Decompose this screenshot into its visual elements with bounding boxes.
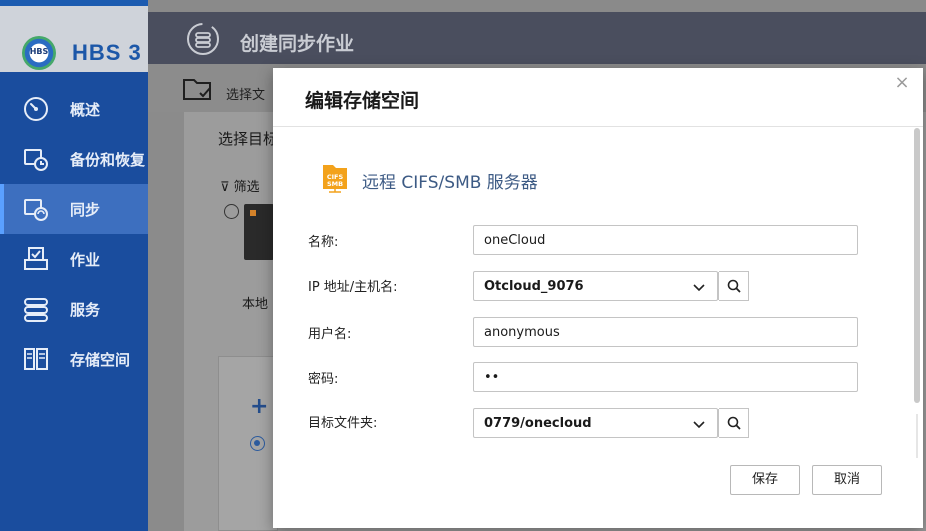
name-label: 名称: bbox=[308, 235, 339, 250]
search-icon bbox=[727, 279, 741, 293]
sidebar-item-label: 服务 bbox=[70, 301, 101, 319]
select-target-label: 选择目标 bbox=[218, 130, 279, 148]
close-icon[interactable]: × bbox=[893, 74, 911, 92]
filter-button[interactable]: ⊽ 筛选 bbox=[220, 176, 260, 195]
sidebar-item-services[interactable]: 服务 bbox=[0, 284, 148, 334]
cifs-smb-server-icon: CIFS SMB bbox=[323, 165, 347, 193]
sidebar-item-backup-restore[interactable]: 备份和恢复 bbox=[0, 134, 148, 184]
dialog-divider bbox=[273, 126, 923, 127]
username-label: 用户名: bbox=[308, 327, 352, 342]
sidebar-item-storage-space[interactable]: 存储空间 bbox=[0, 334, 148, 384]
target-folder-select[interactable]: 0779/onecloud bbox=[473, 408, 749, 438]
wizard-step-label: 选择文 bbox=[226, 88, 266, 103]
wizard-body-edge bbox=[148, 112, 184, 531]
sidebar-item-sync[interactable]: 同步 bbox=[0, 184, 148, 234]
hbs-logo-icon: HBS bbox=[22, 36, 56, 70]
chevron-down-icon[interactable] bbox=[692, 280, 706, 294]
storage-space-icon bbox=[24, 348, 48, 370]
sidebar-nav: 概述 备份和恢复 同步 作业 服务 存储空间 bbox=[0, 84, 148, 384]
filter-icon: ⊽ bbox=[220, 180, 230, 195]
storage-list-panel bbox=[218, 356, 278, 531]
name-input[interactable] bbox=[473, 225, 858, 255]
search-icon bbox=[727, 416, 741, 430]
sync-job-icon bbox=[187, 23, 219, 55]
app-header: HBS HBS 3 bbox=[0, 0, 148, 72]
username-input[interactable] bbox=[473, 317, 858, 347]
scrollbar-rail bbox=[916, 414, 918, 458]
chevron-down-icon[interactable] bbox=[692, 417, 706, 431]
save-button[interactable]: 保存 bbox=[730, 465, 800, 495]
svg-text:SMB: SMB bbox=[327, 180, 343, 188]
jobs-icon bbox=[24, 247, 48, 270]
filter-label: 筛选 bbox=[233, 180, 260, 195]
password-input[interactable] bbox=[473, 362, 858, 392]
password-label: 密码: bbox=[308, 372, 339, 387]
sidebar-item-label: 概述 bbox=[70, 101, 101, 119]
wizard-header: 创建同步作业 bbox=[148, 12, 926, 64]
edit-storage-space-dialog: 编辑存储空间 × CIFS SMB 远程 CIFS/SMB 服务器 名称: IP… bbox=[273, 68, 923, 528]
sidebar-item-label: 备份和恢复 bbox=[70, 151, 146, 169]
cancel-button[interactable]: 取消 bbox=[812, 465, 882, 495]
app-title: HBS 3 bbox=[72, 40, 142, 65]
wizard-title: 创建同步作业 bbox=[240, 33, 355, 55]
sync-icon bbox=[24, 199, 48, 221]
sidebar-item-label: 存储空间 bbox=[70, 351, 131, 369]
dialog-scrollbar[interactable] bbox=[914, 128, 920, 458]
add-storage-icon[interactable]: + bbox=[250, 394, 268, 419]
scrollbar-thumb[interactable] bbox=[914, 128, 920, 403]
target-folder-value: 0779/onecloud bbox=[484, 416, 592, 431]
sidebar-item-overview[interactable]: 概述 bbox=[0, 84, 148, 134]
select-folder-icon bbox=[183, 79, 211, 100]
local-nas-radio[interactable] bbox=[224, 204, 239, 219]
local-label: 本地 bbox=[242, 297, 269, 312]
dialog-title: 编辑存储空间 bbox=[305, 90, 420, 112]
sidebar-item-label: 作业 bbox=[70, 251, 101, 269]
server-type-title: 远程 CIFS/SMB 服务器 bbox=[362, 173, 538, 193]
ip-hostname-value: Otcloud_9076 bbox=[484, 279, 584, 294]
sidebar-item-label: 同步 bbox=[70, 201, 101, 219]
app-sidebar: HBS HBS 3 概述 备份和恢复 同步 作业 服务 存储空间 bbox=[0, 0, 148, 531]
target-folder-label: 目标文件夹: bbox=[308, 416, 378, 431]
services-icon bbox=[24, 298, 48, 322]
ip-hostname-label: IP 地址/主机名: bbox=[308, 280, 398, 295]
storage-radio-selected[interactable] bbox=[250, 436, 265, 451]
gauge-icon bbox=[24, 97, 48, 121]
target-folder-search-button[interactable] bbox=[719, 408, 749, 438]
ip-search-button[interactable] bbox=[719, 271, 749, 301]
ip-hostname-select[interactable]: Otcloud_9076 bbox=[473, 271, 749, 301]
sidebar-item-jobs[interactable]: 作业 bbox=[0, 234, 148, 284]
backup-restore-icon bbox=[24, 149, 48, 171]
nas-device-icon bbox=[244, 204, 274, 260]
